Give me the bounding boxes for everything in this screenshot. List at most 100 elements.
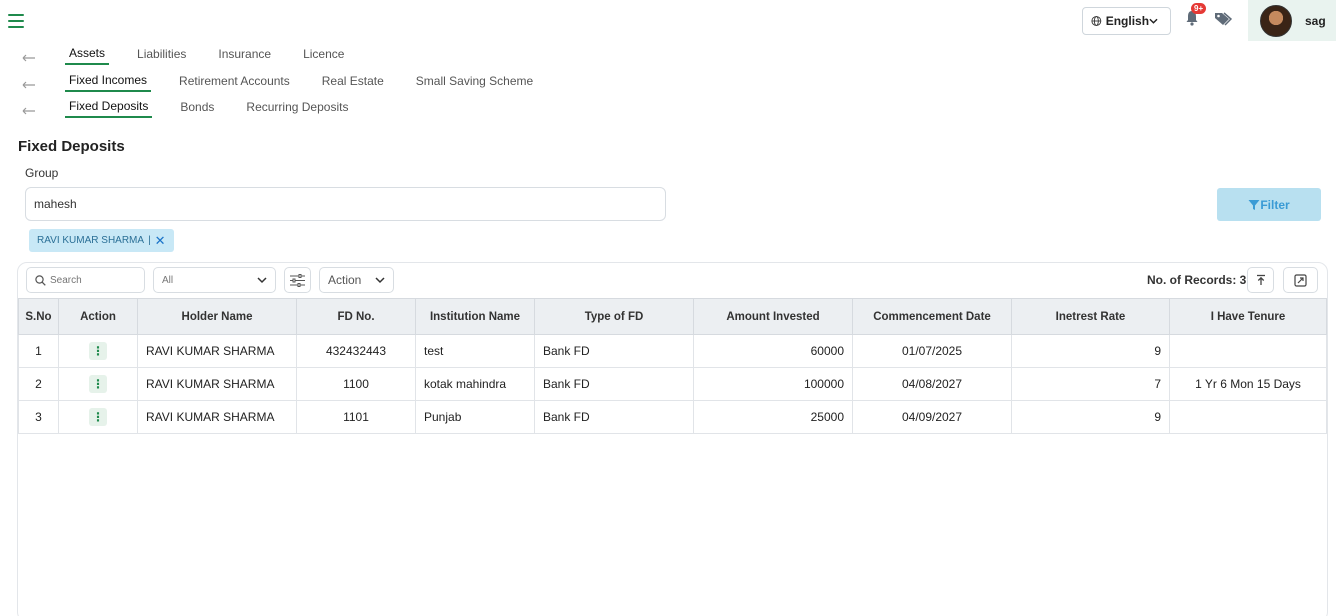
table-row: 2 ⋮ RAVI KUMAR SHARMA 1100 kotak mahindr… [18,367,1327,401]
column-header-interest-rate[interactable]: Inetrest Rate [1011,298,1170,335]
back-arrow-icon[interactable] [22,80,36,90]
filter-label: Filter [1260,197,1290,212]
tab-fixed-incomes[interactable]: Fixed Incomes [65,73,152,92]
group-input[interactable] [25,187,666,221]
more-options-icon[interactable]: ⋮ [89,408,107,426]
cell-institution-name: test [415,334,535,368]
filter-button[interactable]: Filter [1217,188,1321,221]
cell-holder-name: RAVI KUMAR SHARMA [137,367,297,401]
chevron-down-icon [1149,18,1158,24]
cell-type-of-fd: Bank FD [534,367,694,401]
more-options-icon[interactable]: ⋮ [89,375,107,393]
notification-bell-icon[interactable]: 9+ [1185,3,1207,28]
cell-action: ⋮ [58,400,138,434]
table-row: 1 ⋮ RAVI KUMAR SHARMA 432432443 test Ban… [18,334,1327,368]
column-header-sno[interactable]: S.No [18,298,59,335]
user-menu[interactable]: sag [1248,0,1336,41]
search-box[interactable] [26,267,145,293]
selected-member-chip: RAVI KUMAR SHARMA | ✕ [29,229,174,252]
cell-type-of-fd: Bank FD [534,334,694,368]
cell-amount-invested: 60000 [693,334,853,368]
notification-badge: 9+ [1191,3,1207,14]
tab-bonds[interactable]: Bonds [180,100,214,117]
cell-tenure [1169,334,1327,368]
status-select[interactable]: All [153,267,276,293]
cell-fd-no: 1100 [296,367,416,401]
cell-interest-rate: 7 [1011,367,1170,401]
chevron-down-icon [257,277,267,284]
globe-icon [1091,16,1102,26]
cell-action: ⋮ [58,367,138,401]
tab-insurance[interactable]: Insurance [218,47,271,64]
group-label: Group [25,166,59,180]
tab-licence[interactable]: Licence [303,47,344,64]
search-icon [35,274,46,286]
username: sag [1305,13,1326,28]
chip-label: RAVI KUMAR SHARMA [37,235,145,246]
cell-holder-name: RAVI KUMAR SHARMA [137,334,297,368]
tab-real-estate[interactable]: Real Estate [322,74,384,91]
fixed-deposits-table: S.No Action Holder Name FD No. Instituti… [18,298,1327,434]
tab-assets[interactable]: Assets [65,46,110,65]
language-select[interactable]: English [1082,7,1171,35]
column-header-holder-name[interactable]: Holder Name [137,298,297,335]
expand-icon [1294,273,1307,287]
column-header-commencement-date[interactable]: Commencement Date [852,298,1012,335]
tab-fixed-deposits[interactable]: Fixed Deposits [65,99,153,118]
tab-small-saving-scheme[interactable]: Small Saving Scheme [416,74,533,91]
cell-institution-name: Punjab [415,400,535,434]
cell-holder-name: RAVI KUMAR SHARMA [137,400,297,434]
tab-recurring-deposits[interactable]: Recurring Deposits [246,100,348,117]
column-header-action[interactable]: Action [58,298,138,335]
export-button[interactable] [1247,267,1274,293]
search-input[interactable] [50,274,130,286]
table-header-row: S.No Action Holder Name FD No. Instituti… [18,298,1327,335]
cell-commencement-date: 01/07/2025 [852,334,1012,368]
avatar [1260,4,1292,37]
close-icon[interactable]: ✕ [155,233,166,249]
language-label: English [1105,14,1150,28]
column-header-institution-name[interactable]: Institution Name [415,298,535,335]
tab-liabilities[interactable]: Liabilities [137,47,186,64]
sliders-icon [290,273,305,287]
cell-tenure [1169,400,1327,434]
status-select-value: All [162,274,174,286]
chevron-down-icon [375,277,385,284]
cell-type-of-fd: Bank FD [534,400,694,434]
cell-fd-no: 1101 [296,400,416,434]
records-count: No. of Records: 3 [1147,273,1247,287]
tabs-type: Fixed Deposits Bonds Recurring Deposits [65,98,380,118]
cell-sno: 3 [18,400,59,434]
page-title: Fixed Deposits [18,138,125,155]
menu-icon[interactable] [8,14,24,28]
fullscreen-button[interactable] [1283,267,1318,293]
cell-interest-rate: 9 [1011,334,1170,368]
cell-amount-invested: 25000 [693,400,853,434]
column-header-fd-no[interactable]: FD No. [296,298,416,335]
cell-fd-no: 432432443 [296,334,416,368]
column-header-tenure[interactable]: I Have Tenure [1169,298,1327,335]
tags-icon[interactable] [1214,11,1233,27]
action-select[interactable]: Action [319,267,394,293]
cell-tenure: 1 Yr 6 Mon 15 Days [1169,367,1327,401]
cell-sno: 2 [18,367,59,401]
cell-commencement-date: 04/08/2027 [852,367,1012,401]
column-settings-button[interactable] [284,267,311,293]
back-arrow-icon[interactable] [22,106,36,116]
page-scrollbar[interactable] [1333,0,1343,616]
table-row: 3 ⋮ RAVI KUMAR SHARMA 1101 Punjab Bank F… [18,400,1327,434]
cell-commencement-date: 04/09/2027 [852,400,1012,434]
upload-icon [1256,274,1265,285]
action-select-label: Action [328,273,362,287]
cell-amount-invested: 100000 [693,367,853,401]
cell-action: ⋮ [58,334,138,368]
cell-sno: 1 [18,334,59,368]
tabs-subcategory: Fixed Incomes Retirement Accounts Real E… [65,72,565,92]
more-options-icon[interactable]: ⋮ [89,342,107,360]
column-header-type-of-fd[interactable]: Type of FD [534,298,694,335]
chip-separator: | [148,235,151,246]
column-header-amount-invested[interactable]: Amount Invested [693,298,853,335]
tab-retirement-accounts[interactable]: Retirement Accounts [179,74,290,91]
back-arrow-icon[interactable] [22,53,36,63]
cell-interest-rate: 9 [1011,400,1170,434]
